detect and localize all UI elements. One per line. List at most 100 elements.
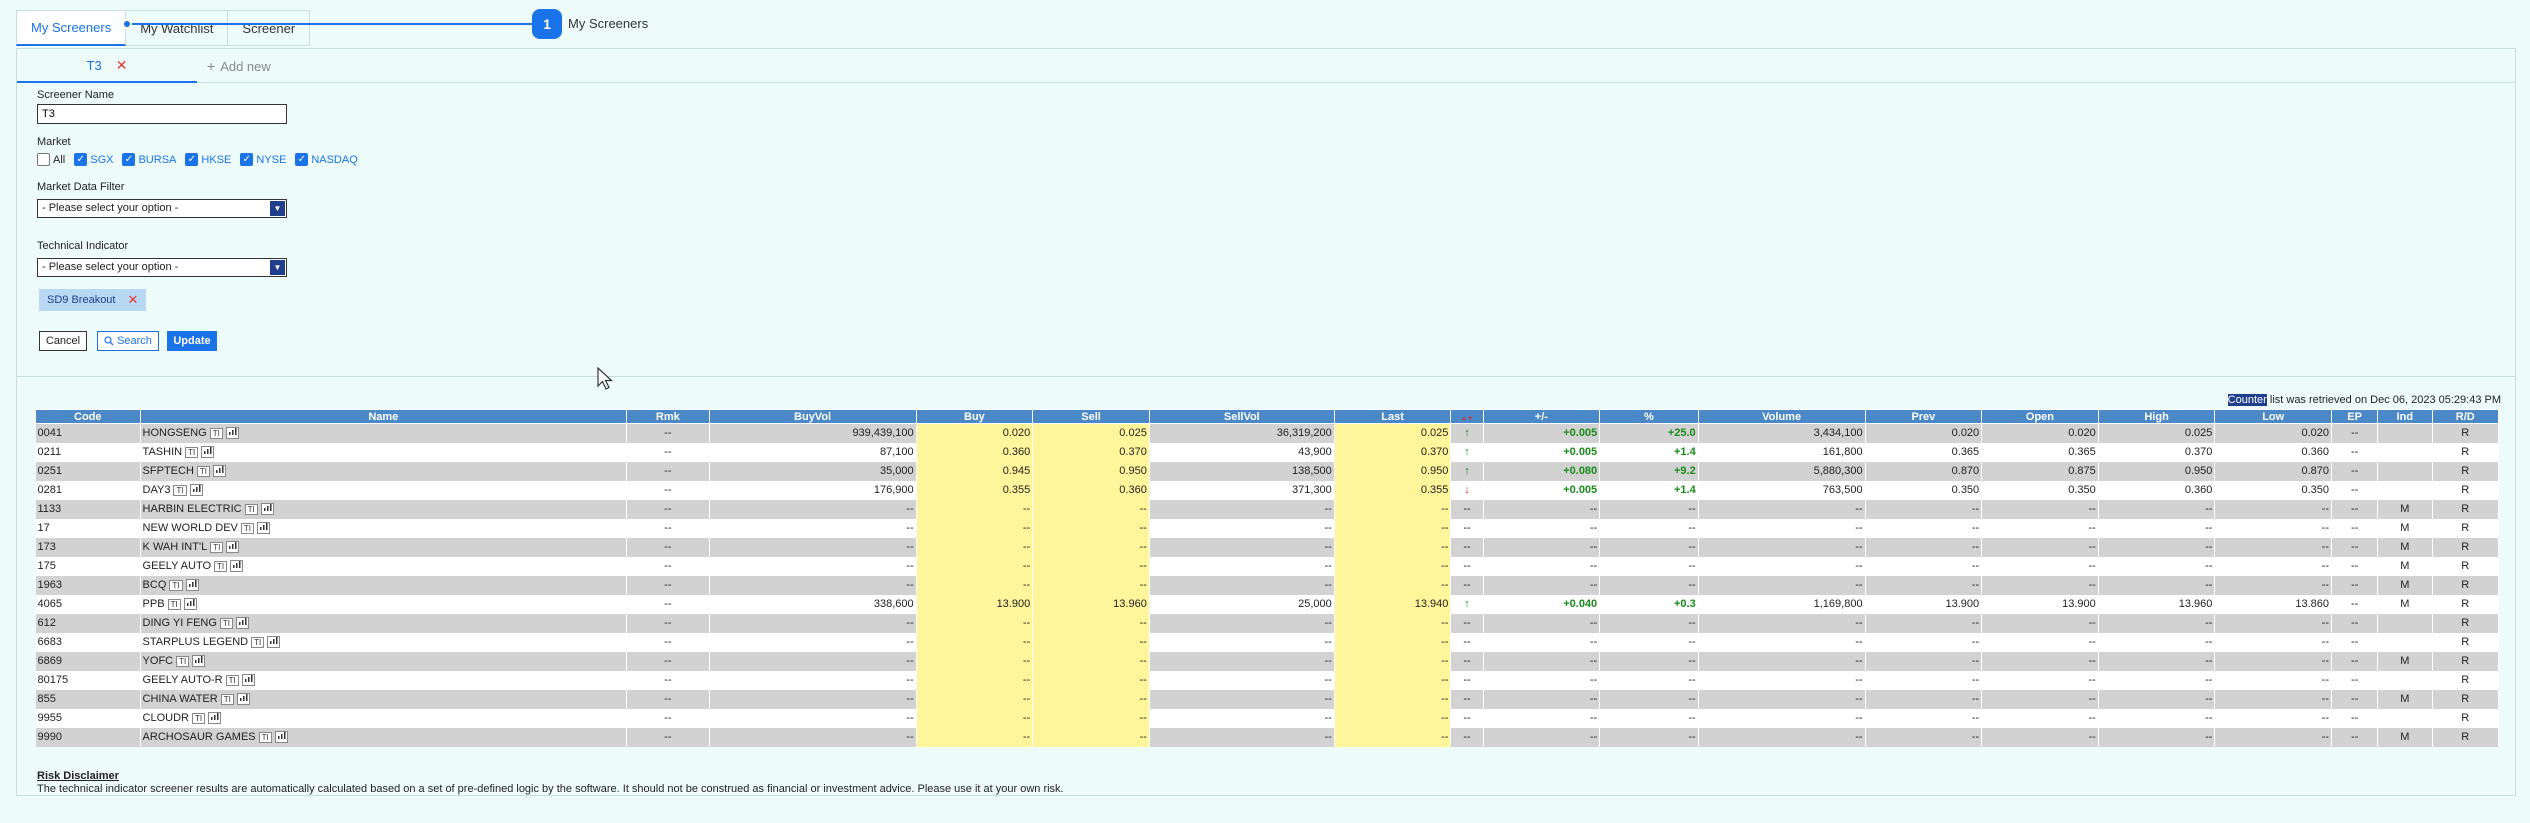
chart-icon[interactable] (208, 712, 222, 725)
col-open-header[interactable]: Open (1981, 409, 2099, 424)
technical-indicator-icon[interactable]: TI (176, 655, 190, 667)
market-hkse-checkbox[interactable]: ✓ HKSE (185, 153, 231, 166)
table-row[interactable]: 855 CHINA WATER TI -- -- -- -- -- -- -- -- -- -- -- --… (35, 689, 2500, 709)
chart-icon[interactable] (201, 446, 215, 459)
col-volume-header[interactable]: Volume (1697, 409, 1866, 424)
technical-indicator-icon[interactable]: TI (244, 503, 258, 515)
market-bursa-checkbox[interactable]: ✓ BURSA (122, 153, 176, 166)
col-code-cell[interactable]: 6683 (35, 632, 141, 652)
technical-indicator-icon[interactable]: TI (220, 693, 234, 705)
table-row[interactable]: 612 DING YI FENG TI -- -- -- -- -- -- -- -- -- -- -- -… (35, 613, 2500, 633)
col-name-cell[interactable]: PPB TI (140, 594, 628, 614)
chart-icon[interactable] (241, 674, 255, 687)
col-code-cell[interactable]: 4065 (35, 594, 141, 614)
col-name-cell[interactable]: DING YI FENG TI (140, 613, 628, 633)
chart-icon[interactable] (185, 579, 199, 592)
col-name-cell[interactable]: K WAH INT'L TI (140, 537, 628, 557)
col-code-cell[interactable]: 855 (35, 689, 141, 709)
chart-icon[interactable] (257, 522, 270, 535)
col-sell-header[interactable]: Sell (1032, 409, 1150, 424)
technical-indicator-icon[interactable]: TI (214, 560, 228, 572)
chart-icon[interactable] (226, 541, 240, 554)
chart-icon[interactable] (213, 465, 226, 478)
col-name-cell[interactable]: HONGSENG TI (140, 423, 628, 443)
tour-step-badge[interactable]: 1 (532, 9, 562, 39)
col-code-cell[interactable]: 1963 (35, 575, 141, 595)
chart-icon[interactable] (183, 598, 197, 611)
technical-indicator-select[interactable]: - Please select your option - ▼ (37, 258, 287, 277)
chart-icon[interactable] (236, 617, 250, 630)
col-name-cell[interactable]: BCQ TI (140, 575, 628, 595)
col-change-header[interactable]: +/- (1482, 409, 1601, 424)
col-buy-header[interactable]: Buy (915, 409, 1034, 424)
table-row[interactable]: 1963 BCQ TI -- -- -- -- -- -- -- -- -- -- -- -- -- -- -- M… (35, 575, 2500, 595)
market-nasdaq-checkbox[interactable]: ✓ NASDAQ (295, 153, 358, 166)
technical-indicator-icon[interactable]: TI (192, 712, 206, 724)
col-name-cell[interactable]: SFPTECH TI (140, 461, 628, 481)
col-name-cell[interactable]: ARCHOSAUR GAMES TI (140, 727, 628, 747)
chart-icon[interactable] (274, 731, 288, 744)
col-name-cell[interactable]: TASHIN TI (140, 442, 628, 462)
table-row[interactable]: 6683 STARPLUS LEGEND TI -- -- -- -- -- -- -- -- -- -… (35, 632, 2500, 652)
col-code-cell[interactable]: 9955 (35, 708, 141, 728)
technical-indicator-icon[interactable]: TI (196, 465, 210, 477)
col-code-cell[interactable]: 17 (35, 518, 141, 538)
cancel-button[interactable]: Cancel (39, 331, 87, 351)
technical-indicator-icon[interactable]: TI (173, 484, 187, 496)
chart-icon[interactable] (230, 560, 244, 573)
technical-indicator-icon[interactable]: TI (209, 427, 223, 439)
table-row[interactable]: 0281 DAY3 TI -- 176,900 0.355 0.360 371,300 0.35… (35, 480, 2500, 500)
table-row[interactable]: 9990 ARCHOSAUR GAMES TI -- -- -- -- -- -- -- -- -- -… (35, 727, 2500, 747)
col-name-cell[interactable]: HARBIN ELECTRIC TI (140, 499, 628, 519)
table-row[interactable]: 0041 HONGSENG TI -- 939,439,100 0.020 0.025 36,… (35, 423, 2500, 443)
search-button[interactable]: Search (97, 331, 159, 351)
col-name-cell[interactable]: STARPLUS LEGEND TI (140, 632, 628, 652)
col-name-header[interactable]: Name (139, 409, 628, 424)
market-nyse-checkbox[interactable]: ✓ NYSE (240, 153, 286, 166)
chart-icon[interactable] (236, 693, 250, 706)
col-name-cell[interactable]: CHINA WATER TI (140, 689, 628, 709)
chart-icon[interactable] (260, 503, 274, 516)
technical-indicator-icon[interactable]: TI (210, 541, 224, 553)
technical-indicator-icon[interactable]: TI (258, 731, 272, 743)
chart-icon[interactable] (225, 427, 239, 440)
tab-t3[interactable]: T3 ✕ (17, 49, 197, 83)
col-name-cell[interactable]: GEELY AUTO-R TI (140, 670, 628, 690)
table-row[interactable]: 17 NEW WORLD DEV TI -- -- -- -- -- -- -- -- -- -- -- -… (35, 518, 2500, 538)
col-sellvol-header[interactable]: SellVol (1148, 409, 1335, 424)
col-code-cell[interactable]: 6869 (35, 651, 141, 671)
technical-indicator-icon[interactable]: TI (167, 598, 181, 610)
technical-indicator-icon[interactable]: TI (225, 674, 239, 686)
table-row[interactable]: 0211 TASHIN TI -- 87,100 0.360 0.370 43,900 0.37… (35, 442, 2500, 462)
col-last-header[interactable]: Last (1333, 409, 1452, 424)
col-code-cell[interactable]: 0281 (35, 480, 141, 500)
table-row[interactable]: 80175 GEELY AUTO-R TI -- -- -- -- -- -- -- -- -- -- -… (35, 670, 2500, 690)
table-row[interactable]: 4065 PPB TI -- 338,600 13.900 13.960 25,000 13.9… (35, 594, 2500, 614)
screener-name-input[interactable] (37, 104, 287, 124)
col-ep-header[interactable]: EP (2330, 409, 2379, 424)
market-sgx-checkbox[interactable]: ✓ SGX (74, 153, 113, 166)
chart-icon[interactable] (192, 655, 206, 668)
table-row[interactable]: 6869 YOFC TI -- -- -- -- -- -- -- -- -- -- -- -- -- -- --… (35, 651, 2500, 671)
tab-my-screeners[interactable]: My Screeners (16, 10, 127, 46)
add-new-tab[interactable]: + Add new (207, 49, 271, 83)
technical-indicator-icon[interactable]: TI (185, 446, 199, 458)
technical-indicator-icon[interactable]: TI (240, 522, 254, 534)
col-rmk-header[interactable]: Rmk (626, 409, 710, 424)
col-rd-header[interactable]: R/D (2431, 409, 2500, 424)
col-prev-header[interactable]: Prev (1864, 409, 1983, 424)
table-row[interactable]: 9955 CLOUDR TI -- -- -- -- -- -- -- -- -- -- -- -- -- --… (35, 708, 2500, 728)
table-row[interactable]: 173 K WAH INT'L TI -- -- -- -- -- -- -- -- -- -- -- --… (35, 537, 2500, 557)
col-code-cell[interactable]: 0211 (35, 442, 141, 462)
col-code-cell[interactable]: 1133 (35, 499, 141, 519)
col-code-cell[interactable]: 175 (35, 556, 141, 576)
col-code-cell[interactable]: 0251 (35, 461, 141, 481)
chart-icon[interactable] (267, 636, 281, 649)
col-code-cell[interactable]: 173 (35, 537, 141, 557)
tab-my-watchlist[interactable]: My Watchlist (126, 10, 229, 46)
col-buyvol-header[interactable]: BuyVol (708, 409, 917, 424)
col-arrow-header[interactable]: ▲▼ (1450, 409, 1484, 424)
col-name-cell[interactable]: YOFC TI (140, 651, 628, 671)
col-name-cell[interactable]: GEELY AUTO TI (140, 556, 628, 576)
col-ind-header[interactable]: Ind (2377, 409, 2433, 424)
